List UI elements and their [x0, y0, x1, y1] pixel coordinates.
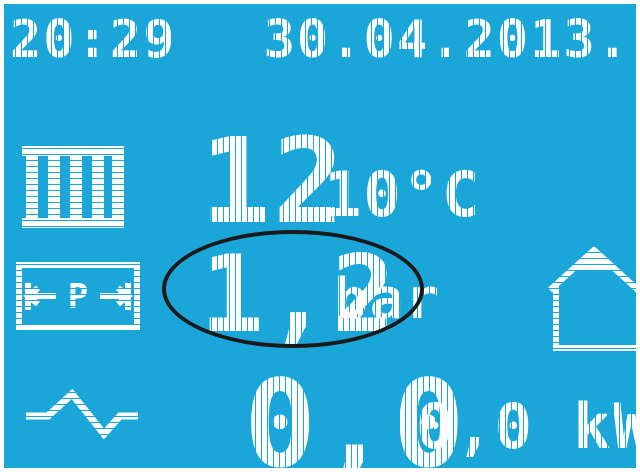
house-icon [547, 245, 636, 351]
pressure-highlight-ellipse [162, 230, 424, 348]
radiator-icon [22, 146, 124, 228]
wave-icon [26, 388, 138, 440]
temperature-secondary-value: 10°C [324, 158, 482, 231]
clock-time: 20:29 [10, 10, 177, 70]
svg-text:P: P [68, 277, 88, 317]
power-secondary-value: 0,0 kW [416, 390, 636, 463]
display-screen: 20:29 30.04.2013. 12 10°C P 1,2 bar 0,0 … [4, 4, 636, 468]
current-date: 30.04.2013. [263, 10, 630, 70]
pressure-gauge-icon: P [16, 262, 140, 330]
